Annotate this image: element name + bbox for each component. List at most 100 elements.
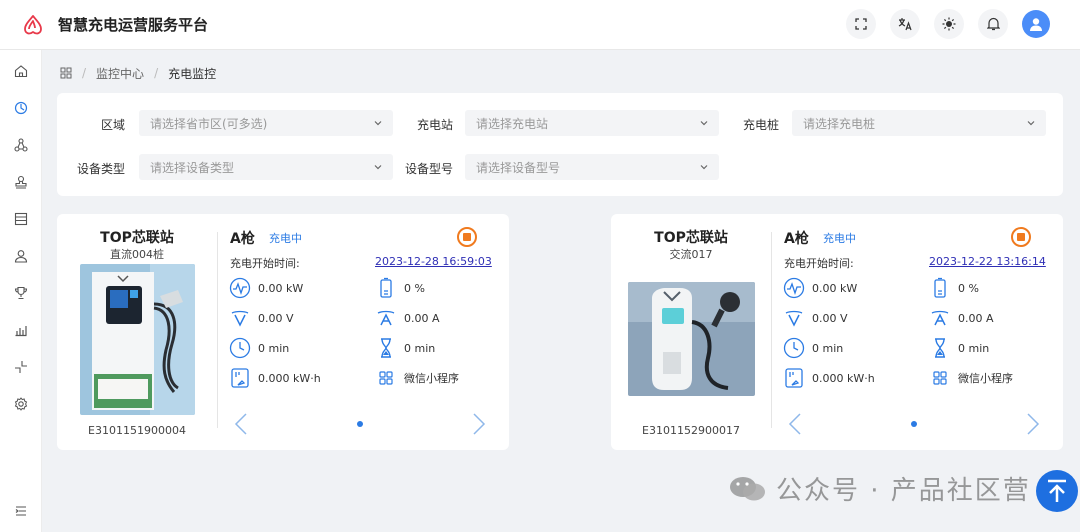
list-icon: [14, 212, 28, 226]
power-icon: [783, 277, 805, 299]
logo-icon: [24, 14, 42, 34]
stop-charging-button[interactable]: [457, 227, 477, 247]
current-value: 0.00 A: [404, 311, 440, 325]
source-value: 微信小程序: [404, 372, 459, 385]
back-to-top-button[interactable]: [1036, 470, 1078, 512]
duration-metric: 0 min: [229, 336, 289, 360]
user-icon: [14, 250, 28, 263]
arrow-up-icon: [1048, 479, 1066, 502]
sidebar-item-list[interactable]: [12, 210, 30, 228]
duration-value: 0 min: [812, 341, 844, 355]
voltage-value: 0.00 V: [258, 311, 294, 325]
chevron-down-icon: [374, 165, 382, 170]
energy-metric: 0.000 kW·h: [229, 366, 321, 390]
current-icon: [375, 307, 397, 329]
region-placeholder: 请选择省市区(可多选): [150, 116, 268, 131]
status-badge: 充电中: [269, 232, 302, 245]
energy-value: 0.000 kW·h: [812, 371, 875, 385]
translate-button[interactable]: [890, 9, 920, 39]
gun-name: A枪: [784, 231, 809, 247]
sidebar-item-network[interactable]: [12, 136, 30, 154]
monitor-icon: [14, 101, 28, 115]
pile-label: 充电桩: [742, 118, 779, 132]
bell-icon: [986, 17, 1000, 31]
voltage-icon: [783, 307, 805, 329]
start-time-label: 充电开始时间:: [230, 257, 300, 270]
stop-charging-button[interactable]: [1011, 227, 1031, 247]
trophy-icon: [14, 286, 28, 300]
start-time-link[interactable]: 2023-12-28 16:59:03: [375, 255, 492, 268]
sidebar-item-shrink[interactable]: [12, 358, 30, 376]
station-label: 充电站: [416, 118, 453, 132]
user-avatar[interactable]: [1022, 10, 1050, 38]
duration-value: 0 min: [258, 341, 290, 355]
device-type-label: 设备类型: [76, 162, 125, 176]
charging-card-1: TOP芯联站 直流004桩 E3101151900004 A枪 充电中 充电开始…: [57, 214, 509, 450]
sidebar-item-monitor[interactable]: [12, 99, 30, 117]
chart-icon: [15, 326, 27, 337]
pile-placeholder: 请选择充电桩: [803, 116, 876, 131]
sidebar-item-home[interactable]: [12, 62, 30, 80]
sidebar-item-chart[interactable]: [12, 321, 30, 339]
remaining-metric: 0 min: [375, 336, 435, 360]
voltage-icon: [229, 307, 251, 329]
energy-metric: 0.000 kW·h: [783, 366, 875, 390]
chevron-down-icon: [374, 121, 382, 126]
device-model-placeholder: 请选择设备型号: [476, 160, 561, 175]
chevron-right-icon[interactable]: [472, 412, 486, 436]
sidebar-item-stamp[interactable]: [12, 173, 30, 191]
chevron-left-icon[interactable]: [234, 412, 248, 436]
station-select[interactable]: 请选择充电站: [465, 110, 719, 136]
device-type-placeholder: 请选择设备类型: [150, 160, 235, 175]
power-icon: [229, 277, 251, 299]
device-code: E3101151900004: [88, 424, 186, 437]
power-value: 0.00 kW: [258, 281, 304, 295]
divider: [771, 232, 772, 428]
source-metric: 微信小程序: [375, 366, 459, 390]
sidebar: [0, 50, 42, 532]
sidebar-item-user[interactable]: [12, 247, 30, 265]
chevron-left-icon[interactable]: [788, 412, 802, 436]
duration-metric: 0 min: [783, 336, 843, 360]
power-metric: 0.00 kW: [783, 276, 857, 300]
sidebar-collapse-button[interactable]: [12, 502, 30, 520]
ac-charger-image: [628, 282, 755, 396]
breadcrumb-charging-monitor: 充电监控: [168, 66, 217, 81]
theme-button[interactable]: [934, 9, 964, 39]
stop-icon: [1017, 233, 1025, 241]
mini-program-icon: [375, 367, 397, 389]
pile-name: 交流017: [669, 248, 713, 261]
watermark: 公众号 · 产品社区营: [728, 470, 1031, 507]
clock-icon: [229, 337, 251, 359]
chevron-right-icon[interactable]: [1026, 412, 1040, 436]
carousel-dot[interactable]: [911, 421, 917, 427]
pile-select[interactable]: 请选择充电桩: [792, 110, 1046, 136]
start-time-link[interactable]: 2023-12-22 13:16:14: [929, 255, 1046, 268]
soc-value: 0 %: [404, 281, 425, 295]
battery-icon: [929, 277, 951, 299]
notifications-button[interactable]: [978, 9, 1008, 39]
remaining-value: 0 min: [958, 341, 990, 355]
breadcrumb-monitor-center[interactable]: 监控中心: [96, 65, 144, 82]
fullscreen-button[interactable]: [846, 9, 876, 39]
dc-charger-image: [80, 264, 195, 415]
breadcrumb-separator: /: [82, 66, 87, 80]
clock-icon: [783, 337, 805, 359]
device-code: E3101152900017: [642, 424, 740, 437]
current-metric: 0.00 A: [929, 306, 994, 330]
sidebar-item-trophy[interactable]: [12, 284, 30, 302]
current-metric: 0.00 A: [375, 306, 440, 330]
gun-name: A枪: [230, 231, 255, 247]
region-select[interactable]: 请选择省市区(可多选): [139, 110, 393, 136]
device-model-select[interactable]: 请选择设备型号: [465, 154, 719, 180]
shrink-icon: [15, 361, 27, 373]
hourglass-icon: [375, 337, 397, 359]
energy-value: 0.000 kW·h: [258, 371, 321, 385]
wechat-icon: [730, 476, 765, 500]
carousel-dot[interactable]: [357, 421, 363, 427]
sidebar-item-settings[interactable]: [12, 395, 30, 413]
device-type-select[interactable]: 请选择设备类型: [139, 154, 393, 180]
station-name: TOP芯联站: [100, 230, 174, 246]
grid-icon[interactable]: [60, 67, 72, 79]
source-value: 微信小程序: [958, 372, 1013, 385]
